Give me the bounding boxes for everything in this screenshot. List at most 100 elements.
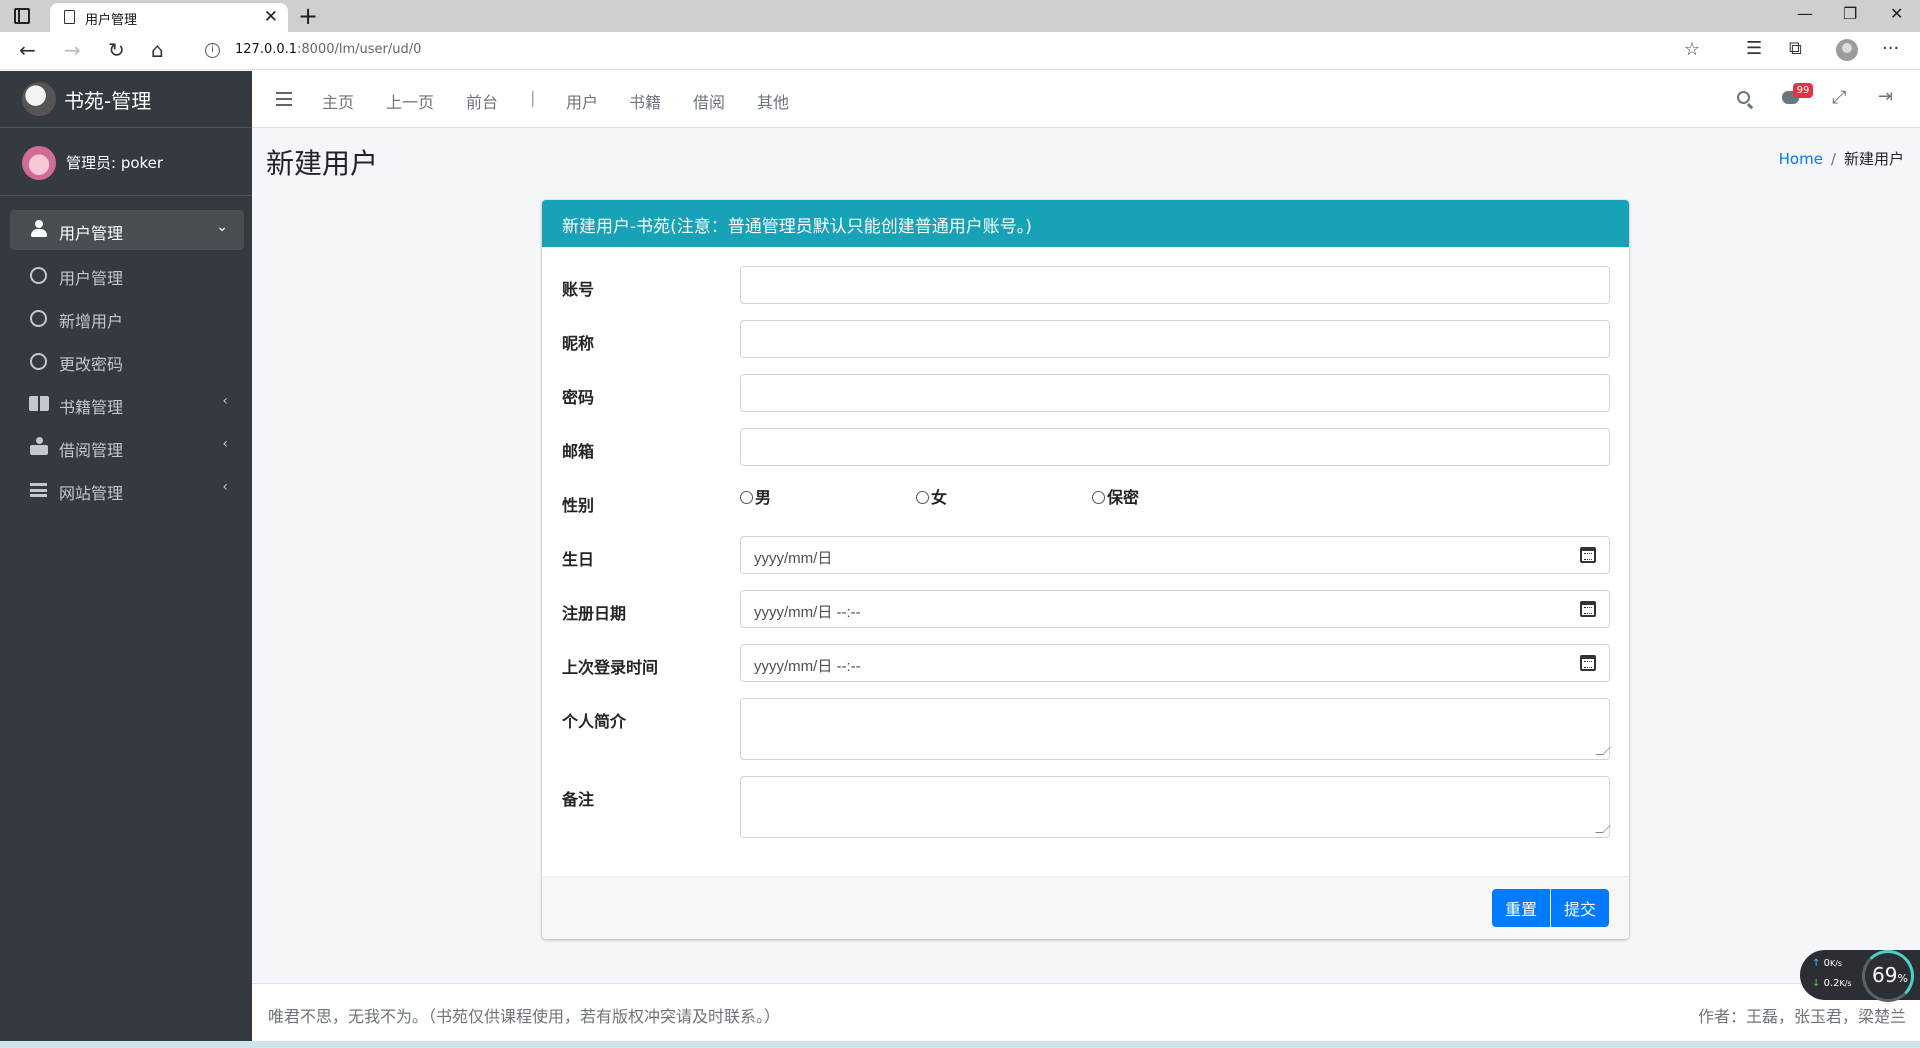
page-footer: 唯君不思，无我不为。（书苑仅供课程使用，若有版权冲突请及时联系。） 作者：王磊，… <box>252 983 1920 1041</box>
nav-link-other[interactable]: 其他 <box>757 89 789 113</box>
nickname-input[interactable] <box>740 320 1610 358</box>
gender-radio-male[interactable]: 男 <box>740 484 771 508</box>
card-title: 新建用户-书苑(注意：普通管理员默认只能创建普通用户账号。) <box>562 217 1032 237</box>
sidebar-item-add-user[interactable]: 新增用户 <box>10 298 244 338</box>
calendar-icon[interactable] <box>1580 655 1596 671</box>
more-icon[interactable]: ··· <box>1882 38 1899 59</box>
password-input[interactable] <box>740 374 1610 412</box>
favorite-add-icon[interactable]: ☆ <box>1684 39 1700 60</box>
nav-link-frontend[interactable]: 前台 <box>466 89 498 113</box>
breadcrumb-separator: / <box>1830 150 1836 168</box>
close-window-button[interactable]: ✕ <box>1890 4 1903 23</box>
radio-button[interactable] <box>916 491 929 504</box>
footer-authors: 作者：王磊，张玉君，梁楚兰 <box>1697 1007 1906 1026</box>
nav-link-users[interactable]: 用户 <box>566 89 598 113</box>
register-date-label: 注册日期 <box>562 604 627 623</box>
nav-separator: | <box>530 88 536 107</box>
user-panel: 管理员: poker <box>0 128 252 196</box>
collections-icon[interactable]: ⧉ <box>1789 38 1802 59</box>
chevron-left-icon: ‹ <box>222 436 228 452</box>
download-speed: ↓ 0.2K/s <box>1812 978 1852 989</box>
chevron-down-icon: ⌄ <box>216 219 228 235</box>
sidebar-item-change-password[interactable]: 更改密码 <box>10 341 244 381</box>
home-icon[interactable]: ⌂ <box>151 38 164 62</box>
last-login-datetime-input[interactable]: yyyy/mm/日 --:-- <box>740 644 1610 682</box>
circle-icon <box>30 353 47 370</box>
nav-link-books[interactable]: 书籍 <box>629 89 661 113</box>
card-footer: 重置 提交 <box>542 876 1629 939</box>
fullscreen-icon[interactable]: ⤢ <box>1832 87 1846 108</box>
radio-button[interactable] <box>740 491 753 504</box>
sidebar: 书苑-管理 管理员: poker 用户管理 ⌄ 用户管理 新增用户 更改密码 书… <box>0 71 252 1041</box>
favorites-icon[interactable]: ☰ <box>1746 38 1762 59</box>
breadcrumb-home-link[interactable]: Home <box>1779 150 1823 168</box>
info-icon[interactable]: i <box>205 43 220 58</box>
forward-icon[interactable]: → <box>64 38 81 62</box>
gender-label: 性别 <box>562 496 595 515</box>
date-placeholder: yyyy/mm/日 <box>754 550 833 567</box>
bars-icon <box>30 483 47 497</box>
reset-button[interactable]: 重置 <box>1492 889 1550 927</box>
remark-label: 备注 <box>562 790 595 809</box>
network-speed-widget[interactable]: ↑ 0K/s ↓ 0.2K/s 69% <box>1800 950 1920 1002</box>
sidebar-item-label: 更改密码 <box>59 355 124 374</box>
circle-icon <box>30 267 47 284</box>
brand-logo-icon <box>22 82 56 116</box>
sidebar-item-user-list[interactable]: 用户管理 <box>10 255 244 295</box>
nav-link-borrow[interactable]: 借阅 <box>693 89 725 113</box>
brand-text: 书苑-管理 <box>64 89 152 113</box>
browser-tab[interactable]: 用户管理 ✕ <box>50 3 288 32</box>
user-name-link[interactable]: 管理员: poker <box>66 152 163 173</box>
profile-icon[interactable] <box>1836 39 1858 61</box>
tab-close-icon[interactable]: ✕ <box>264 7 278 27</box>
taskbar-edge <box>0 1041 1920 1048</box>
browser-tab-bar: 用户管理 ✕ + — ❐ ✕ <box>0 0 1920 32</box>
minimize-button[interactable]: — <box>1797 4 1813 23</box>
submit-button[interactable]: 提交 <box>1551 889 1609 927</box>
tab-actions-icon[interactable] <box>14 8 30 24</box>
bio-label: 个人简介 <box>562 712 627 731</box>
account-input[interactable] <box>740 266 1610 304</box>
top-navbar: 主页 上一页 前台 | 用户 书籍 借阅 其他 99 ⤢ ⇥ <box>252 71 1920 128</box>
email-input[interactable] <box>740 428 1610 466</box>
gender-radio-female[interactable]: 女 <box>916 484 947 508</box>
calendar-icon[interactable] <box>1580 601 1596 617</box>
nickname-label: 昵称 <box>562 334 595 353</box>
tab-title: 用户管理 <box>85 13 138 28</box>
nav-link-home[interactable]: 主页 <box>322 89 354 113</box>
usage-percent: 69% <box>1872 963 1908 987</box>
sidebar-item-book-management[interactable]: 书籍管理 ‹ <box>10 384 244 424</box>
address-bar: ← → ↻ ⌂ i 127.0.0.1:8000/lm/user/ud/0 ☆ … <box>0 32 1920 70</box>
back-icon[interactable]: ← <box>19 38 36 62</box>
birthday-date-input[interactable]: yyyy/mm/日 <box>740 536 1610 574</box>
sidebar-item-label: 新增用户 <box>59 312 124 331</box>
page-title: 新建用户 <box>266 147 379 180</box>
menu-toggle-icon[interactable] <box>276 92 292 106</box>
upload-arrow-icon: ↑ <box>1812 958 1821 969</box>
breadcrumb-current: 新建用户 <box>1843 150 1904 168</box>
footer-motto: 唯君不思，无我不为。（书苑仅供课程使用，若有版权冲突请及时联系。） <box>268 1007 781 1026</box>
sidebar-item-borrow-management[interactable]: 借阅管理 ‹ <box>10 427 244 467</box>
chevron-left-icon: ‹ <box>222 393 228 409</box>
url-field[interactable]: i 127.0.0.1:8000/lm/user/ud/0 ☆ <box>193 36 1700 66</box>
new-tab-button[interactable]: + <box>298 2 318 30</box>
messages-badge: 99 <box>1793 83 1813 98</box>
brand-link[interactable]: 书苑-管理 <box>0 71 252 128</box>
gender-radio-secret[interactable]: 保密 <box>1092 484 1139 508</box>
remark-textarea[interactable] <box>740 776 1610 838</box>
register-datetime-input[interactable]: yyyy/mm/日 --:-- <box>740 590 1610 628</box>
restore-button[interactable]: ❐ <box>1843 4 1857 23</box>
sidebar-item-user-management[interactable]: 用户管理 ⌄ <box>10 210 244 250</box>
reload-icon[interactable]: ↻ <box>108 38 125 62</box>
sidebar-item-label: 用户管理 <box>59 269 124 288</box>
logout-icon[interactable]: ⇥ <box>1878 86 1893 107</box>
birthday-label: 生日 <box>562 550 595 569</box>
search-icon[interactable] <box>1737 91 1750 104</box>
sidebar-item-site-management[interactable]: 网站管理 ‹ <box>10 470 244 510</box>
radio-button[interactable] <box>1092 491 1105 504</box>
sidebar-item-label: 借阅管理 <box>59 441 124 460</box>
nav-link-previous[interactable]: 上一页 <box>386 89 434 113</box>
calendar-icon[interactable] <box>1580 547 1596 563</box>
bio-textarea[interactable] <box>740 698 1610 760</box>
datetime-placeholder: yyyy/mm/日 --:-- <box>754 604 861 621</box>
